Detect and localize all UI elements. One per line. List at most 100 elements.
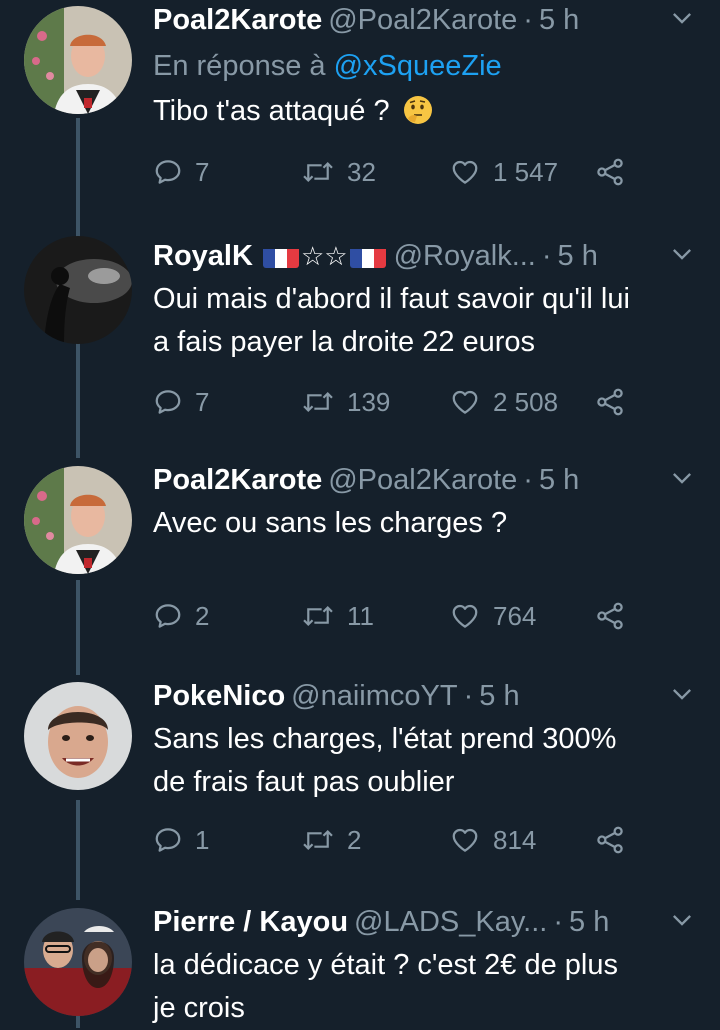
reply-count: 7 xyxy=(195,156,210,187)
retweet-icon xyxy=(301,157,335,187)
share-icon xyxy=(595,601,625,631)
avatar[interactable] xyxy=(24,466,132,574)
retweet-icon xyxy=(301,601,335,631)
timestamp[interactable]: 5 h xyxy=(479,680,519,712)
tweet-header: Poal2Karote @Poal2Karote · 5 h xyxy=(153,0,700,40)
tweet[interactable]: Pierre / Kayou @LADS_Kay... · 5 h la dédica… xyxy=(0,902,720,1028)
timestamp[interactable]: 5 h xyxy=(569,906,609,938)
reply-context: En réponse à @xSqueeZie xyxy=(153,46,502,86)
retweet-icon xyxy=(301,387,335,417)
like-button[interactable]: 2 508 xyxy=(449,382,558,422)
tweet-text: Sans les charges, l'état prend 300% de f… xyxy=(153,718,694,804)
tweet-text-line: la dédicace y était ? c'est 2€ de plus xyxy=(153,949,618,981)
timestamp[interactable]: 5 h xyxy=(539,4,579,36)
like-button[interactable]: 814 xyxy=(449,820,536,860)
chevron-down-icon[interactable] xyxy=(668,240,696,268)
tweet-header: Poal2Karote @Poal2Karote · 5 h xyxy=(153,460,700,500)
user-handle[interactable]: @naiimcoYT xyxy=(291,680,457,712)
tweet-text-line: Sans les charges, l'état prend 300% xyxy=(153,723,617,755)
reply-icon xyxy=(153,601,183,631)
separator-dot: · xyxy=(523,464,533,496)
reply-mention-link[interactable]: @xSqueeZie xyxy=(334,50,502,82)
user-handle[interactable]: @Royalk... xyxy=(394,240,536,272)
like-button[interactable]: 1 547 xyxy=(449,152,558,192)
like-count: 764 xyxy=(493,600,537,631)
reply-button[interactable]: 7 xyxy=(153,152,209,192)
reply-prefix: En réponse à xyxy=(153,50,326,82)
thinking-face-emoji-icon xyxy=(403,96,432,124)
like-button[interactable]: 764 xyxy=(449,596,536,636)
retweet-button[interactable]: 11 xyxy=(301,596,374,636)
display-name[interactable]: Pierre / Kayou xyxy=(153,906,348,938)
reply-icon xyxy=(153,825,183,855)
user-handle[interactable]: @LADS_Kay... xyxy=(354,906,547,938)
chevron-down-icon[interactable] xyxy=(668,4,696,32)
tweet-text: Avec ou sans les charges ? xyxy=(153,502,694,545)
reply-count: 7 xyxy=(195,386,210,417)
tweet[interactable]: Poal2Karote @Poal2Karote · 5 h Avec ou sans… xyxy=(0,460,720,660)
tweet-actions: 7 32 1 547 xyxy=(153,152,633,192)
retweet-button[interactable]: 2 xyxy=(301,820,361,860)
tweet-text: Tibo t'as attaqué ? xyxy=(153,90,694,133)
tweet[interactable]: Poal2Karote @Poal2Karote · 5 h En réponse à… xyxy=(0,0,720,220)
display-name[interactable]: Poal2Karote xyxy=(153,464,322,496)
like-count: 814 xyxy=(493,824,537,855)
like-count: 2 508 xyxy=(493,386,559,417)
avatar[interactable] xyxy=(24,682,132,790)
reply-count: 2 xyxy=(195,600,210,631)
separator-dot: · xyxy=(463,680,474,712)
share-button[interactable] xyxy=(595,596,625,636)
tweet-text-line: Avec ou sans les charges ? xyxy=(153,507,508,539)
separator-dot: · xyxy=(553,906,564,938)
tweet-text-line: a fais payer la droite 22 euros xyxy=(153,326,536,358)
share-icon xyxy=(595,825,625,855)
share-button[interactable] xyxy=(595,382,625,422)
tweet-header: PokeNico @naiimcoYT · 5 h xyxy=(153,676,700,716)
tweet-text: Oui mais d'abord il faut savoir qu'il lu… xyxy=(153,278,694,364)
retweet-count: 32 xyxy=(347,156,376,187)
tweet-actions: 2 11 764 xyxy=(153,596,633,636)
share-icon xyxy=(595,157,625,187)
tweet[interactable]: PokeNico @naiimcoYT · 5 h Sans les charges,… xyxy=(0,676,720,886)
tweet-text: la dédicace y était ? c'est 2€ de plus j… xyxy=(153,944,694,1030)
display-name[interactable]: Poal2Karote xyxy=(153,4,322,36)
separator-dot: · xyxy=(523,4,533,36)
tweet-header: Pierre / Kayou @LADS_Kay... · 5 h xyxy=(153,902,700,942)
retweet-count: 139 xyxy=(347,386,391,417)
reply-icon xyxy=(153,387,183,417)
chevron-down-icon[interactable] xyxy=(668,906,696,934)
display-name[interactable]: RoyalK xyxy=(153,240,253,272)
avatar[interactable] xyxy=(24,6,132,114)
display-name[interactable]: PokeNico xyxy=(153,680,285,712)
reply-button[interactable]: 2 xyxy=(153,596,209,636)
tweet-text-content: Tibo t'as attaqué ? xyxy=(153,95,390,127)
user-handle[interactable]: @Poal2Karote xyxy=(328,464,517,496)
separator-dot: · xyxy=(541,240,552,272)
retweet-button[interactable]: 32 xyxy=(301,152,376,192)
share-button[interactable] xyxy=(595,152,625,192)
tweet-text-line: Oui mais d'abord il faut savoir qu'il lu… xyxy=(153,283,630,315)
reply-button[interactable]: 7 xyxy=(153,382,209,422)
timestamp[interactable]: 5 h xyxy=(539,464,579,496)
france-flag-icon xyxy=(349,244,386,268)
share-icon xyxy=(595,387,625,417)
avatar[interactable] xyxy=(24,908,132,1016)
user-handle[interactable]: @Poal2Karote xyxy=(328,4,517,36)
retweet-count: 2 xyxy=(347,824,362,855)
chevron-down-icon[interactable] xyxy=(668,464,696,492)
name-decoration: ☆☆ xyxy=(300,241,348,271)
timestamp[interactable]: 5 h xyxy=(558,240,598,272)
retweet-button[interactable]: 139 xyxy=(301,382,390,422)
tweet[interactable]: RoyalK ☆☆ @Royalk... · 5 h Oui mais d'abord… xyxy=(0,236,720,446)
share-button[interactable] xyxy=(595,820,625,860)
heart-icon xyxy=(449,157,481,187)
heart-icon xyxy=(449,387,481,417)
avatar[interactable] xyxy=(24,236,132,344)
tweet-text-line: de frais faut pas oublier xyxy=(153,766,455,798)
reply-button[interactable]: 1 xyxy=(153,820,209,860)
reply-icon xyxy=(153,157,183,187)
chevron-down-icon[interactable] xyxy=(668,680,696,708)
reply-count: 1 xyxy=(195,824,210,855)
like-count: 1 547 xyxy=(493,156,559,187)
tweet-text-line: je crois xyxy=(153,992,245,1024)
